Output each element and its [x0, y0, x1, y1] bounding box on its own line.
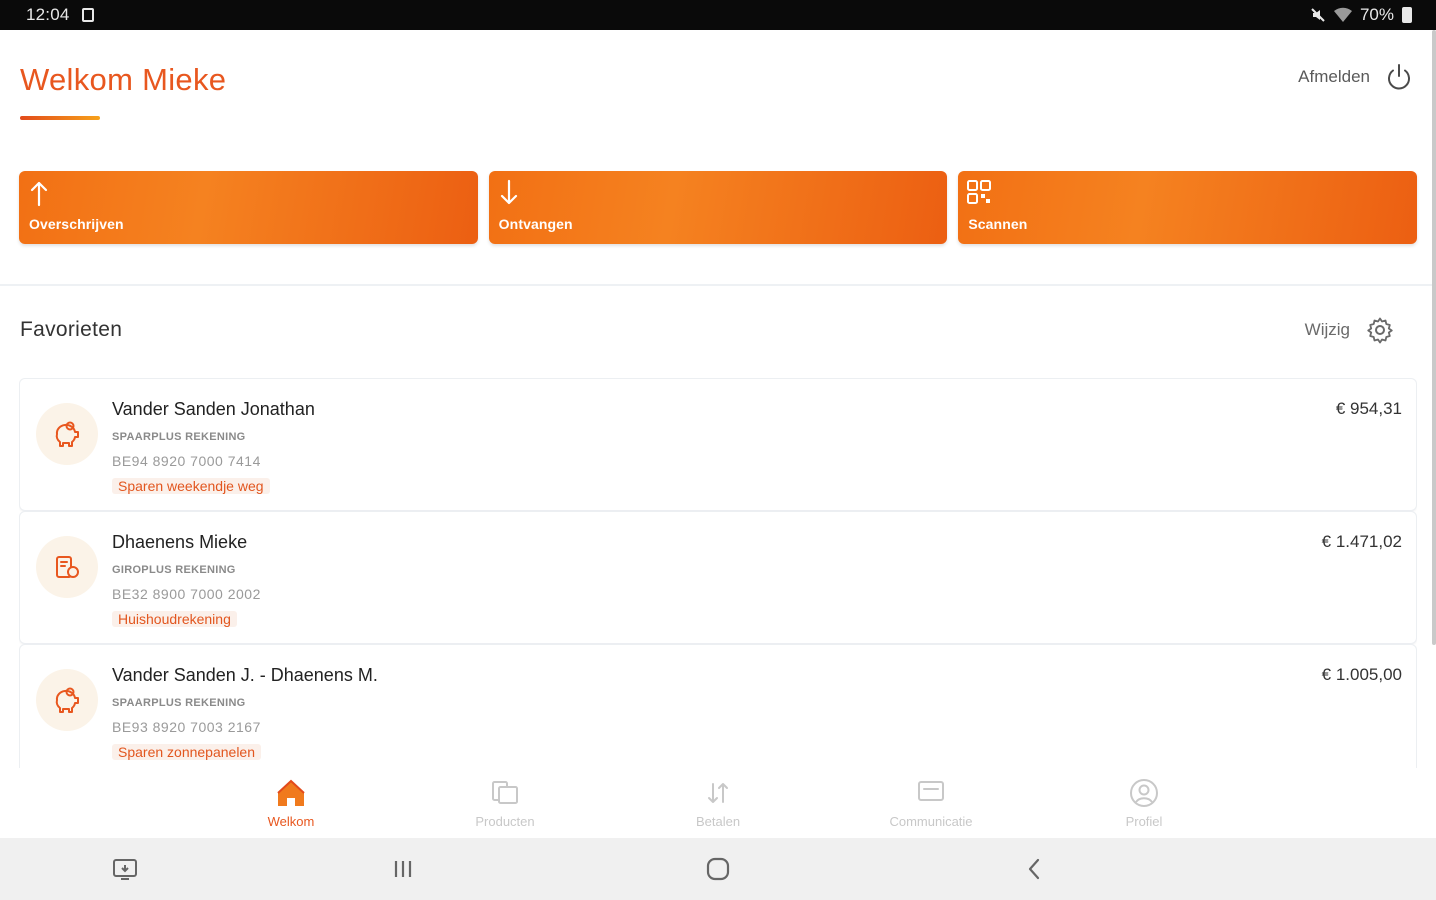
- transfer-button[interactable]: Overschrijven: [19, 171, 478, 244]
- tab-communicatie[interactable]: Communicatie: [871, 776, 991, 829]
- account-balance: € 1.471,02: [1321, 532, 1402, 551]
- battery-percent: 70%: [1359, 5, 1394, 24]
- page-title: Welkom Mieke: [20, 62, 227, 97]
- keyboard-switch-icon[interactable]: [110, 854, 140, 884]
- arrow-up-icon: [30, 181, 48, 207]
- account-avatar: [36, 669, 98, 731]
- account-holder-name: Vander Sanden J. - Dhaenens M.: [112, 665, 378, 685]
- transfer-label: Overschrijven: [29, 216, 124, 232]
- account-tag: Sparen weekendje weg: [112, 478, 270, 494]
- scrollbar[interactable]: [1432, 30, 1436, 645]
- arrow-down-icon: [500, 179, 517, 205]
- bottom-tab-bar: Welkom Producten Betalen Communicatie Pr…: [0, 768, 1436, 838]
- edit-favorites-button[interactable]: Wijzig: [1305, 316, 1394, 344]
- quick-actions: Overschrijven Ontvangen Scannen: [19, 171, 1418, 244]
- favorite-account-card[interactable]: Vander Sanden J. - Dhaenens M. SPAARPLUS…: [19, 644, 1417, 768]
- tab-label: Welkom: [267, 814, 315, 829]
- gear-icon: [1367, 317, 1393, 344]
- mute-icon: [1311, 8, 1325, 22]
- favorite-account-card[interactable]: Dhaenens Mieke GIROPLUS REKENING BE32 89…: [19, 511, 1417, 644]
- receive-label: Ontvangen: [498, 216, 573, 232]
- favorites-title: Favorieten: [20, 318, 123, 341]
- qr-code-icon: [967, 180, 992, 204]
- scan-label: Scannen: [968, 216, 1028, 232]
- tab-betalen[interactable]: Betalen: [658, 776, 778, 829]
- status-right: 70%: [1310, 5, 1412, 25]
- tab-label: Communicatie: [889, 814, 973, 829]
- account-avatar: [36, 403, 98, 465]
- wallet-icon: [56, 556, 79, 578]
- account-holder-name: Vander Sanden Jonathan: [112, 399, 315, 419]
- products-icon: [492, 781, 518, 804]
- message-icon: [918, 781, 944, 801]
- favorite-account-card[interactable]: Vander Sanden Jonathan SPAARPLUS REKENIN…: [19, 378, 1417, 511]
- account-balance: € 1.005,00: [1321, 665, 1402, 684]
- system-nav-bar: [0, 838, 1436, 900]
- transfer-arrows-icon: [708, 783, 728, 803]
- recent-apps-icon[interactable]: [388, 854, 418, 884]
- title-underline: [20, 116, 100, 120]
- wifi-icon: [1333, 7, 1352, 23]
- profile-icon: [1130, 779, 1158, 807]
- account-type: SPAARPLUS REKENING: [112, 697, 246, 709]
- account-holder-name: Dhaenens Mieke: [112, 532, 248, 552]
- status-time: 12:04: [26, 5, 70, 24]
- receive-button[interactable]: Ontvangen: [488, 171, 948, 244]
- account-iban: BE93 8920 7003 2167: [112, 719, 261, 735]
- account-tag: Huishoudrekening: [112, 611, 237, 627]
- tab-label: Profiel: [1125, 814, 1163, 829]
- power-icon: [1388, 64, 1410, 90]
- battery-icon: [1402, 7, 1412, 23]
- account-tag: Sparen zonnepanelen: [112, 744, 262, 760]
- piggy-bank-icon: [55, 421, 79, 447]
- tab-producten[interactable]: Producten: [445, 776, 565, 829]
- status-bar: 12:04 70%: [0, 0, 1436, 30]
- edit-favorites-label: Wijzig: [1304, 320, 1350, 339]
- home-button-icon[interactable]: [703, 854, 733, 884]
- logout-label: Afmelden: [1298, 67, 1370, 86]
- tab-label: Betalen: [695, 814, 741, 829]
- logout-button[interactable]: Afmelden: [1298, 62, 1414, 92]
- home-icon: [277, 779, 305, 806]
- scan-button[interactable]: Scannen: [958, 171, 1418, 244]
- account-iban: BE32 8900 7000 2002: [112, 586, 261, 602]
- sim-icon: [82, 8, 94, 22]
- section-divider: [0, 284, 1436, 286]
- tab-welkom[interactable]: Welkom: [231, 776, 351, 829]
- account-type: GIROPLUS REKENING: [112, 564, 236, 576]
- piggy-bank-icon: [55, 687, 79, 713]
- tab-label: Producten: [475, 814, 535, 829]
- tab-profiel[interactable]: Profiel: [1084, 776, 1204, 829]
- back-icon[interactable]: [1020, 854, 1050, 884]
- favorites-list: Vander Sanden Jonathan SPAARPLUS REKENIN…: [19, 378, 1417, 768]
- account-type: SPAARPLUS REKENING: [112, 431, 246, 443]
- account-iban: BE94 8920 7000 7414: [112, 453, 261, 469]
- account-avatar: [36, 536, 98, 598]
- account-balance: € 954,31: [1335, 399, 1402, 418]
